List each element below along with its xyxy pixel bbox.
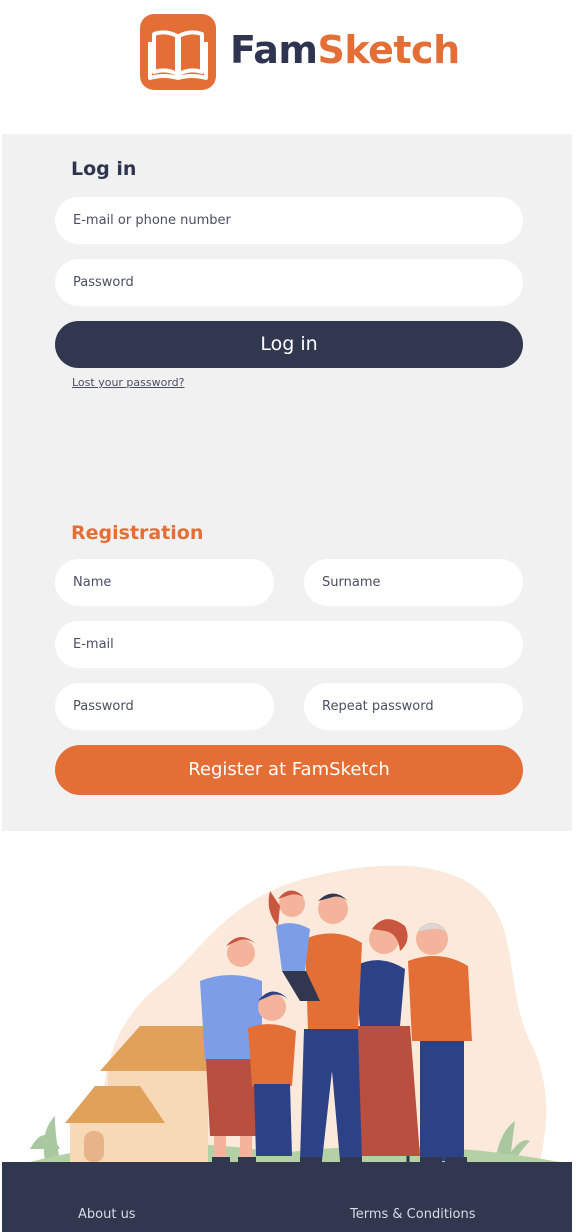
registration-email-field[interactable]: [55, 621, 523, 668]
header: FamSketch: [0, 0, 576, 134]
register-button[interactable]: Register at FamSketch: [55, 745, 523, 795]
brand-name-part1: Fam: [230, 28, 318, 72]
login-email-field[interactable]: [55, 197, 523, 244]
brand-name: FamSketch: [230, 26, 460, 74]
login-title: Log in: [71, 158, 137, 180]
lost-password-link[interactable]: Lost your password?: [72, 376, 185, 389]
brand-name-part2: Sketch: [317, 28, 460, 72]
name-field[interactable]: [55, 559, 274, 606]
family-illustration: [0, 831, 576, 1162]
open-book-icon: [140, 14, 216, 90]
terms-link[interactable]: Terms & Conditions: [350, 1207, 476, 1222]
login-button[interactable]: Log in: [55, 321, 523, 368]
login-password-field[interactable]: [55, 259, 523, 306]
registration-title: Registration: [71, 522, 204, 544]
about-us-link[interactable]: About us: [78, 1207, 136, 1222]
repeat-password-field[interactable]: [304, 683, 523, 730]
surname-field[interactable]: [304, 559, 523, 606]
registration-password-field[interactable]: [55, 683, 274, 730]
